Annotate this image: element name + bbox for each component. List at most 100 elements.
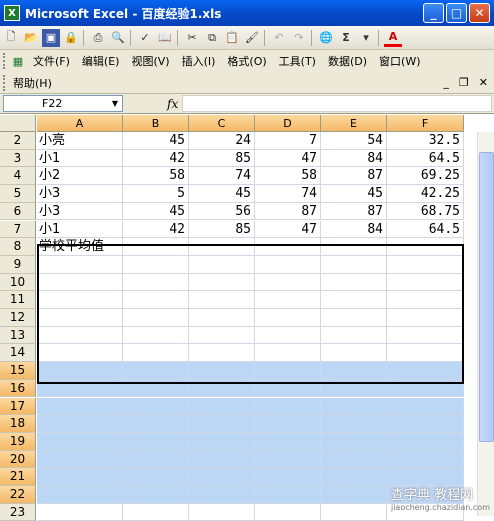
cell-e21[interactable]: [321, 468, 387, 486]
cell-d4[interactable]: 58: [255, 167, 321, 186]
cell-d21[interactable]: [255, 468, 321, 486]
cell-f11[interactable]: [387, 291, 464, 309]
cut-icon[interactable]: ✂: [183, 29, 201, 47]
excel-app-icon[interactable]: X: [4, 5, 20, 21]
cell-a11[interactable]: [37, 291, 123, 309]
excel-doc-icon[interactable]: ▦: [9, 52, 27, 70]
row-header[interactable]: 4: [0, 167, 36, 186]
cell-d2[interactable]: 7: [255, 132, 321, 150]
row-header[interactable]: 7: [0, 220, 36, 239]
cell-a19[interactable]: [37, 432, 123, 451]
row-header[interactable]: 10: [0, 273, 36, 292]
menu-help[interactable]: 帮助(H): [7, 75, 58, 91]
cell-a6[interactable]: 小3: [37, 202, 123, 221]
cell-d22[interactable]: [255, 486, 321, 504]
cell-e18[interactable]: [321, 415, 387, 433]
cell-f18[interactable]: [387, 415, 464, 433]
cell-b22[interactable]: [123, 486, 189, 504]
cell-d3[interactable]: 47: [255, 149, 321, 168]
menu-grip[interactable]: [3, 53, 7, 69]
print-preview-icon[interactable]: 🔍: [109, 29, 127, 47]
cell-e16[interactable]: [321, 379, 387, 398]
cell-d23[interactable]: [255, 503, 321, 521]
cell-c21[interactable]: [189, 468, 255, 486]
scrollbar-thumb[interactable]: [479, 152, 494, 442]
cell-c19[interactable]: [189, 432, 255, 451]
cell-c11[interactable]: [189, 291, 255, 309]
autosum-icon[interactable]: Σ: [337, 29, 355, 47]
font-color-icon[interactable]: A: [384, 29, 402, 47]
cell-f14[interactable]: [387, 344, 464, 363]
save-icon[interactable]: ▣: [42, 28, 60, 47]
cell-e15[interactable]: [321, 362, 387, 380]
menu-insert[interactable]: 插入(I): [176, 53, 222, 69]
cell-a13[interactable]: [37, 326, 123, 345]
cell-c17[interactable]: [189, 397, 255, 416]
cell-f10[interactable]: [387, 273, 464, 292]
spelling-icon[interactable]: ✓: [136, 29, 154, 47]
undo-icon[interactable]: ↶: [270, 29, 288, 47]
cell-c22[interactable]: [189, 486, 255, 504]
cell-b23[interactable]: [123, 503, 189, 521]
cell-e9[interactable]: [321, 255, 387, 274]
cell-f17[interactable]: [387, 397, 464, 416]
cell-b20[interactable]: [123, 450, 189, 469]
cell-c6[interactable]: 56: [189, 202, 255, 221]
cell-f12[interactable]: [387, 309, 464, 327]
cell-a12[interactable]: [37, 309, 123, 327]
cell-c8[interactable]: [189, 238, 255, 256]
cell-a9[interactable]: [37, 255, 123, 274]
cell-c2[interactable]: 24: [189, 132, 255, 150]
cell-e7[interactable]: 84: [321, 220, 387, 239]
hyperlink-icon[interactable]: 🌐: [317, 29, 335, 47]
cell-d12[interactable]: [255, 309, 321, 327]
row-header[interactable]: 13: [0, 326, 36, 345]
cell-d20[interactable]: [255, 450, 321, 469]
cell-b6[interactable]: 45: [123, 202, 189, 221]
row-header[interactable]: 12: [0, 309, 36, 327]
column-header-d[interactable]: D: [255, 115, 321, 132]
cell-f6[interactable]: 68.75: [387, 202, 464, 221]
cell-a23[interactable]: [37, 503, 123, 521]
menu-view[interactable]: 视图(V): [125, 53, 175, 69]
cell-f16[interactable]: [387, 379, 464, 398]
cell-f7[interactable]: 64.5: [387, 220, 464, 239]
cell-f19[interactable]: [387, 432, 464, 451]
cell-b17[interactable]: [123, 397, 189, 416]
cell-e10[interactable]: [321, 273, 387, 292]
cell-b11[interactable]: [123, 291, 189, 309]
row-header[interactable]: 18: [0, 415, 36, 433]
cell-e8[interactable]: [321, 238, 387, 256]
format-painter-icon[interactable]: 🖌: [243, 29, 261, 47]
cell-b13[interactable]: [123, 326, 189, 345]
cell-c20[interactable]: [189, 450, 255, 469]
cell-b16[interactable]: [123, 379, 189, 398]
cell-d11[interactable]: [255, 291, 321, 309]
menu-window[interactable]: 窗口(W): [373, 53, 426, 69]
cell-c4[interactable]: 74: [189, 167, 255, 186]
cell-e14[interactable]: [321, 344, 387, 363]
cell-c3[interactable]: 85: [189, 149, 255, 168]
row-header[interactable]: 22: [0, 486, 36, 504]
cell-d17[interactable]: [255, 397, 321, 416]
cell-e2[interactable]: 54: [321, 132, 387, 150]
cell-b19[interactable]: [123, 432, 189, 451]
cell-b7[interactable]: 42: [123, 220, 189, 239]
copy-icon[interactable]: ⧉: [203, 29, 221, 47]
row-header[interactable]: 9: [0, 255, 36, 274]
cell-d9[interactable]: [255, 255, 321, 274]
cell-a10[interactable]: [37, 273, 123, 292]
cell-b15[interactable]: [123, 362, 189, 380]
cell-d5[interactable]: 74: [255, 185, 321, 203]
cell-f13[interactable]: [387, 326, 464, 345]
cell-a8[interactable]: 学校平均值: [37, 238, 123, 256]
cell-b14[interactable]: [123, 344, 189, 363]
cell-b3[interactable]: 42: [123, 149, 189, 168]
row-header[interactable]: 6: [0, 202, 36, 221]
cell-d8[interactable]: [255, 238, 321, 256]
cell-a21[interactable]: [37, 468, 123, 486]
row-header[interactable]: 16: [0, 379, 36, 398]
cell-c5[interactable]: 45: [189, 185, 255, 203]
cell-d18[interactable]: [255, 415, 321, 433]
cell-f5[interactable]: 42.25: [387, 185, 464, 203]
